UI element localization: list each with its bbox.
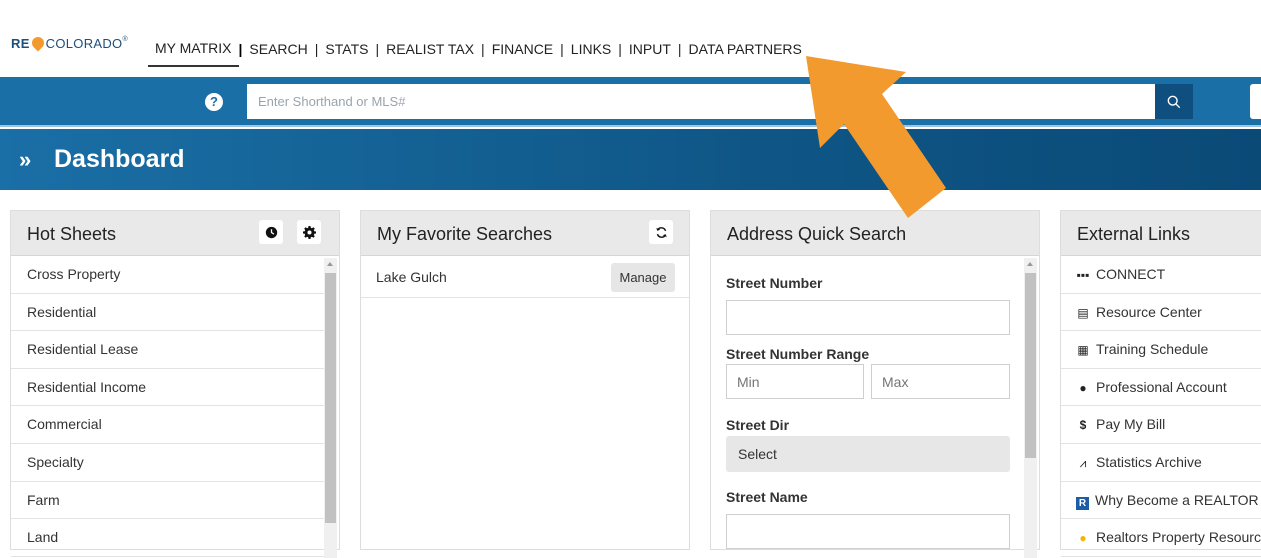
link-label: Realtors Property Resource bbox=[1096, 529, 1261, 546]
secondary-button[interactable] bbox=[1250, 84, 1261, 119]
panel-header: My Favorite Searches bbox=[361, 211, 689, 256]
link-label: Professional Account bbox=[1096, 378, 1227, 395]
realtor-icon: R bbox=[1076, 496, 1089, 510]
expand-chevron-icon[interactable]: » bbox=[19, 147, 31, 173]
menu-search[interactable]: SEARCH bbox=[242, 41, 314, 57]
address-quick-search-panel: Address Quick Search Street Number Stree… bbox=[710, 210, 1040, 558]
panel-title: External Links bbox=[1077, 224, 1191, 244]
link-label: Pay My Bill bbox=[1096, 416, 1166, 433]
scroll-up-icon[interactable] bbox=[327, 262, 333, 266]
refresh-button[interactable] bbox=[649, 220, 673, 244]
street-number-min-input[interactable] bbox=[726, 364, 864, 399]
link-label: CONNECT bbox=[1096, 266, 1166, 282]
list-item[interactable]: Cross Property bbox=[11, 256, 324, 294]
help-icon[interactable]: ? bbox=[205, 93, 223, 111]
grid-icon: ▪▪▪ bbox=[1076, 268, 1090, 282]
shorthand-search-input[interactable] bbox=[247, 84, 1155, 119]
list-item[interactable]: Commercial bbox=[11, 406, 324, 444]
dashboard-header: » Dashboard bbox=[0, 129, 1261, 190]
search-bar: ? bbox=[0, 77, 1261, 127]
list-item[interactable]: Land bbox=[11, 519, 324, 557]
scrollbar[interactable] bbox=[1024, 258, 1037, 558]
dollar-icon: $ bbox=[1079, 418, 1087, 433]
newspaper-icon: ▤ bbox=[1077, 305, 1089, 320]
clock-icon bbox=[265, 226, 277, 238]
street-number-input[interactable] bbox=[726, 300, 1010, 335]
user-icon: ● bbox=[1079, 380, 1087, 395]
logo-name: COLORADO bbox=[45, 36, 123, 51]
link-label: Statistics Archive bbox=[1096, 453, 1202, 470]
manage-button[interactable]: Manage bbox=[611, 263, 675, 292]
refresh-icon bbox=[655, 226, 667, 238]
external-link-connect[interactable]: ▪▪▪ CONNECT bbox=[1061, 256, 1261, 294]
search-button[interactable] bbox=[1155, 84, 1193, 119]
external-link-resource-center[interactable]: ▤ Resource Center bbox=[1061, 294, 1261, 332]
panel-title: Hot Sheets bbox=[27, 224, 117, 244]
recolorado-logo[interactable]: RE COLORADO® bbox=[11, 34, 128, 52]
menu-links[interactable]: LINKS bbox=[564, 41, 618, 57]
link-label: Training Schedule bbox=[1096, 341, 1209, 358]
external-link-professional-account[interactable]: ● Professional Account bbox=[1061, 369, 1261, 407]
settings-button[interactable] bbox=[297, 220, 321, 244]
street-dir-select[interactable]: Select bbox=[726, 436, 1010, 472]
list-item[interactable]: Residential bbox=[11, 294, 324, 332]
panel-header: External Links bbox=[1061, 211, 1261, 256]
list-item[interactable]: Specialty bbox=[11, 444, 324, 482]
street-name-label: Street Name bbox=[726, 489, 808, 505]
panel-title: My Favorite Searches bbox=[377, 224, 553, 244]
favorite-search-name[interactable]: Lake Gulch bbox=[376, 269, 447, 285]
scrollbar-thumb[interactable] bbox=[1025, 273, 1036, 458]
external-link-pay-my-bill[interactable]: $ Pay My Bill bbox=[1061, 406, 1261, 444]
list-item[interactable]: Residential Income bbox=[11, 369, 324, 407]
link-label: Why Become a REALTOR bbox=[1095, 491, 1259, 508]
scroll-up-icon[interactable] bbox=[1027, 262, 1033, 266]
menu-my-matrix[interactable]: MY MATRIX bbox=[148, 40, 239, 67]
logo-re: RE bbox=[11, 36, 30, 51]
favorite-searches-panel: My Favorite Searches Lake Gulch Manage bbox=[360, 210, 690, 550]
link-label: Resource Center bbox=[1096, 303, 1202, 320]
main-menu: MY MATRIX | SEARCH | STATS | REALIST TAX… bbox=[148, 31, 809, 67]
panel-header: Hot Sheets bbox=[11, 211, 339, 256]
external-links-panel: External Links ▪▪▪ CONNECT ▤ Resource Cent… bbox=[1060, 210, 1261, 557]
page-title: Dashboard bbox=[54, 145, 185, 173]
menu-stats[interactable]: STATS bbox=[318, 41, 375, 57]
flame-icon bbox=[29, 34, 47, 52]
scrollbar-thumb[interactable] bbox=[325, 273, 336, 523]
street-number-label: Street Number bbox=[726, 275, 823, 291]
list-item[interactable]: Farm bbox=[11, 482, 324, 520]
scrollbar[interactable] bbox=[324, 258, 337, 558]
street-dir-label: Street Dir bbox=[726, 417, 790, 433]
external-link-statistics-archive[interactable]: ⩘ Statistics Archive bbox=[1061, 444, 1261, 482]
chart-icon: ⩘ bbox=[1079, 455, 1087, 470]
hot-sheets-list: Cross Property Residential Residential L… bbox=[11, 256, 324, 557]
gear-icon bbox=[302, 225, 316, 239]
list-item[interactable]: Lake Gulch Manage bbox=[361, 256, 689, 298]
hot-sheets-panel: Hot Sheets Cross Property Residential Re… bbox=[10, 210, 340, 558]
menu-finance[interactable]: FINANCE bbox=[485, 41, 560, 57]
menu-input[interactable]: INPUT bbox=[622, 41, 678, 57]
top-nav: RE COLORADO® MY MATRIX | SEARCH | STATS |… bbox=[0, 0, 1261, 77]
list-item[interactable]: Residential Lease bbox=[11, 331, 324, 369]
external-link-realtors-property-resource[interactable]: ● Realtors Property Resource bbox=[1061, 519, 1261, 557]
orange-pointer-arrow-icon bbox=[806, 56, 946, 218]
menu-realist-tax[interactable]: REALIST TAX bbox=[379, 41, 481, 57]
logo-reg: ® bbox=[122, 36, 128, 43]
street-number-range-label: Street Number Range bbox=[726, 346, 870, 362]
external-link-why-become-realtor[interactable]: R Why Become a REALTOR bbox=[1061, 482, 1261, 520]
search-icon bbox=[1167, 95, 1181, 108]
external-link-training-schedule[interactable]: ▦ Training Schedule bbox=[1061, 331, 1261, 369]
history-button[interactable] bbox=[259, 220, 283, 244]
bulb-icon: ● bbox=[1079, 531, 1087, 546]
street-name-input[interactable] bbox=[726, 514, 1010, 549]
street-number-max-input[interactable] bbox=[871, 364, 1010, 399]
calendar-icon: ▦ bbox=[1077, 343, 1089, 358]
